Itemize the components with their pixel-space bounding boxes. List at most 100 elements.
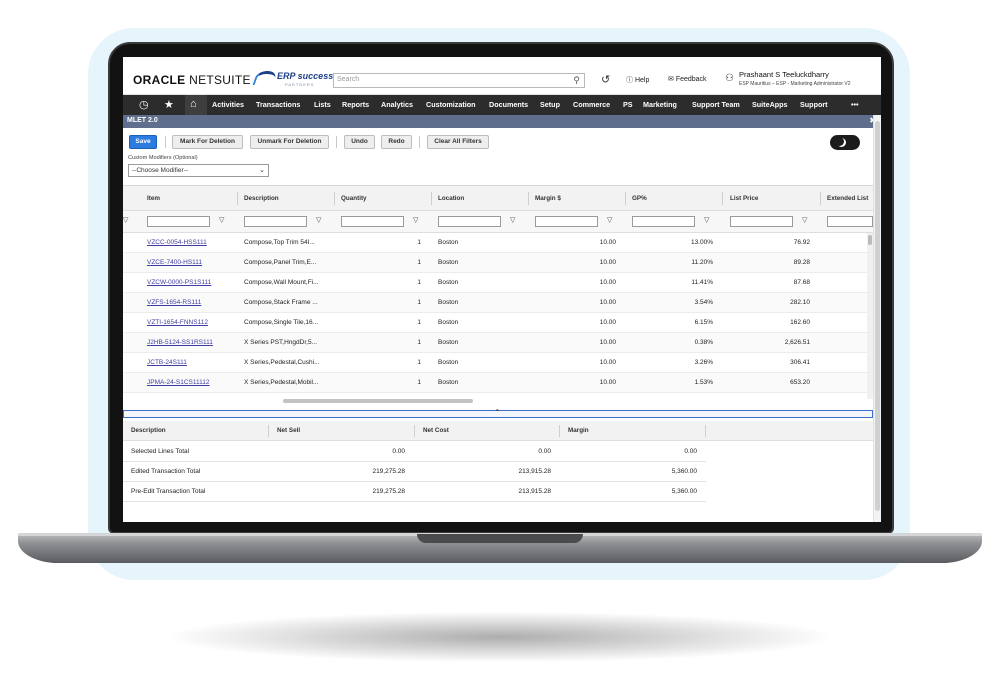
partner-logo: ERP success PARTNERS — [252, 69, 333, 89]
filter-input-extended-list[interactable] — [827, 216, 873, 227]
chevron-down-icon: ⌄ — [259, 167, 265, 174]
nav-more[interactable]: ••• — [851, 100, 859, 109]
item-link[interactable]: VZCW-0000-PS1S111 — [147, 279, 211, 286]
home-icon: ⌂ — [190, 98, 197, 110]
user-role: ESP Mauritius – ESP - Marketing Administ… — [739, 81, 851, 87]
line-items-grid: Item Description Quantity Location Margi… — [123, 185, 873, 399]
panel-collapse-bar[interactable]: ⌃ — [123, 408, 873, 418]
global-search-input[interactable]: Search ⚲ — [333, 73, 585, 88]
nav-support[interactable]: Support — [800, 100, 828, 109]
table-row[interactable]: VZCW-0000-PS1S111 Compose,Wall Mount,Fi.… — [123, 273, 867, 293]
filter-input-margin[interactable] — [535, 216, 598, 227]
netsuite-logo[interactable]: ORACLE NETSUITE — [133, 73, 251, 87]
summary-col-net-cost: Net Cost — [423, 427, 449, 434]
laptop-shadow — [170, 612, 830, 662]
filter-icon[interactable]: ▽ — [802, 216, 807, 224]
custom-modifier-select[interactable]: --Choose Modifier-- ⌄ — [128, 164, 269, 177]
roles-icon[interactable]: ⚇ — [725, 73, 734, 84]
star-icon[interactable]: ★ — [164, 98, 174, 111]
table-row[interactable]: VZCC-0054-HSS111 Compose,Top Trim 54I...… — [123, 233, 867, 253]
nav-suiteapps[interactable]: SuiteApps — [752, 100, 788, 109]
partner-swoosh-icon — [252, 71, 278, 85]
clear-all-filters-button[interactable]: Clear All Filters — [427, 135, 489, 149]
filter-input-description[interactable] — [244, 216, 307, 227]
filter-icon[interactable]: ▽ — [510, 216, 515, 224]
summary-col-net-sell: Net Sell — [277, 427, 301, 434]
marketing-stage: ORACLE NETSUITE ERP success PARTNERS Sea… — [0, 0, 1000, 688]
filter-icon[interactable]: ▽ — [704, 216, 709, 224]
filter-icon[interactable]: ▽ — [413, 216, 418, 224]
column-header-quantity[interactable]: Quantity — [341, 195, 367, 202]
grid-horizontal-scrollbar[interactable] — [283, 399, 473, 403]
column-header-gp[interactable]: GP% — [632, 195, 647, 202]
item-link[interactable]: JCTB-24S111 — [147, 359, 187, 366]
filter-icon[interactable]: ▽ — [316, 216, 321, 224]
grid-header: Item Description Quantity Location Margi… — [123, 186, 873, 211]
nav-ps[interactable]: PS — [623, 100, 633, 109]
nav-activities[interactable]: Activities — [212, 100, 244, 109]
user-name[interactable]: Prashaant S Teeluckdharry — [739, 70, 829, 79]
column-header-extended-list[interactable]: Extended List — [827, 195, 868, 202]
filter-input-quantity[interactable] — [341, 216, 404, 227]
filter-icon[interactable]: ▽ — [219, 216, 224, 224]
item-link[interactable]: VZFS-1654-RS111 — [147, 299, 201, 306]
column-header-list-price[interactable]: List Price — [730, 195, 758, 202]
item-link[interactable]: VZCC-0054-HSS111 — [147, 239, 207, 246]
nav-lists[interactable]: Lists — [314, 100, 331, 109]
nav-support-team[interactable]: Support Team — [692, 100, 740, 109]
nav-reports[interactable]: Reports — [342, 100, 369, 109]
theme-toggle[interactable] — [830, 135, 860, 150]
save-button[interactable]: Save — [129, 135, 157, 149]
nav-transactions[interactable]: Transactions — [256, 100, 300, 109]
module-title-bar: MLET 2.0 ✖ — [123, 115, 881, 128]
mark-for-deletion-button[interactable]: Mark For Deletion — [172, 135, 243, 149]
column-header-description[interactable]: Description — [244, 195, 279, 202]
nav-marketing[interactable]: Marketing — [643, 100, 677, 109]
help-link[interactable]: ⓘ Help — [626, 75, 649, 85]
laptop-notch — [417, 534, 583, 543]
column-header-margin[interactable]: Margin $ — [535, 195, 561, 202]
item-link[interactable]: VZTI-1654-FNNS112 — [147, 319, 208, 326]
column-header-location[interactable]: Location — [438, 195, 464, 202]
toolbar-divider — [336, 136, 337, 148]
filter-input-list-price[interactable] — [730, 216, 793, 227]
home-tab[interactable]: ⌂ — [185, 95, 207, 115]
filter-icon[interactable]: ▽ — [123, 216, 128, 224]
table-row[interactable]: VZTI-1654-FNNS112 Compose,Single Tile,16… — [123, 313, 867, 333]
recent-icon[interactable]: ◷ — [139, 98, 149, 111]
nav-documents[interactable]: Documents — [489, 100, 528, 109]
summary-col-margin: Margin — [568, 427, 589, 434]
nav-customization[interactable]: Customization — [426, 100, 476, 109]
redo-button[interactable]: Redo — [381, 135, 412, 149]
undo-button[interactable]: Undo — [344, 135, 375, 149]
nav-commerce[interactable]: Commerce — [573, 100, 610, 109]
unmark-for-deletion-button[interactable]: Unmark For Deletion — [250, 135, 329, 149]
netsuite-header: ORACLE NETSUITE ERP success PARTNERS Sea… — [123, 57, 881, 95]
item-link[interactable]: JPMA-24-S1CS11112 — [147, 379, 210, 386]
nav-setup[interactable]: Setup — [540, 100, 560, 109]
table-row[interactable]: J2HB-5124-SS1RS111 X Series PST,HngdDr,5… — [123, 333, 867, 353]
feedback-link[interactable]: ✉ Feedback — [668, 75, 707, 83]
summary-row: Edited Transaction Total 219,275.28 213,… — [123, 462, 706, 482]
table-row[interactable]: JCTB-24S111 X Series,Pedestal,Cushi... 1… — [123, 353, 867, 373]
recent-records-icon[interactable]: ↺ — [601, 73, 610, 86]
table-row[interactable]: VZFS-1654-RS111 Compose,Stack Frame ... … — [123, 293, 867, 313]
custom-modifiers-label: Custom Modifiers (Optional) — [128, 155, 198, 161]
chevron-up-icon[interactable]: ⌃ — [494, 408, 501, 417]
filter-input-location[interactable] — [438, 216, 501, 227]
search-icon[interactable]: ⚲ — [573, 75, 580, 86]
table-row[interactable]: JPMA-24-S1CS11112 X Series,Pedestal,Mobi… — [123, 373, 867, 393]
filter-input-item[interactable] — [147, 216, 210, 227]
table-row[interactable]: VZCE-7400-HS111 Compose,Panel Trim,E... … — [123, 253, 867, 273]
filter-icon[interactable]: ▽ — [607, 216, 612, 224]
module-title: MLET 2.0 — [127, 117, 158, 124]
nav-analytics[interactable]: Analytics — [381, 100, 413, 109]
grid-filter-row: ▽ ▽ ▽ ▽ ▽ ▽ ▽ ▽ — [123, 211, 873, 233]
item-link[interactable]: J2HB-5124-SS1RS111 — [147, 339, 213, 346]
page-vertical-scrollbar[interactable] — [873, 115, 881, 522]
item-link[interactable]: VZCE-7400-HS111 — [147, 259, 202, 266]
summary-header: Description Net Sell Net Cost Margin — [123, 421, 873, 441]
filter-input-gp[interactable] — [632, 216, 695, 227]
column-header-item[interactable]: Item — [147, 195, 160, 202]
toolbar-divider — [165, 136, 166, 148]
